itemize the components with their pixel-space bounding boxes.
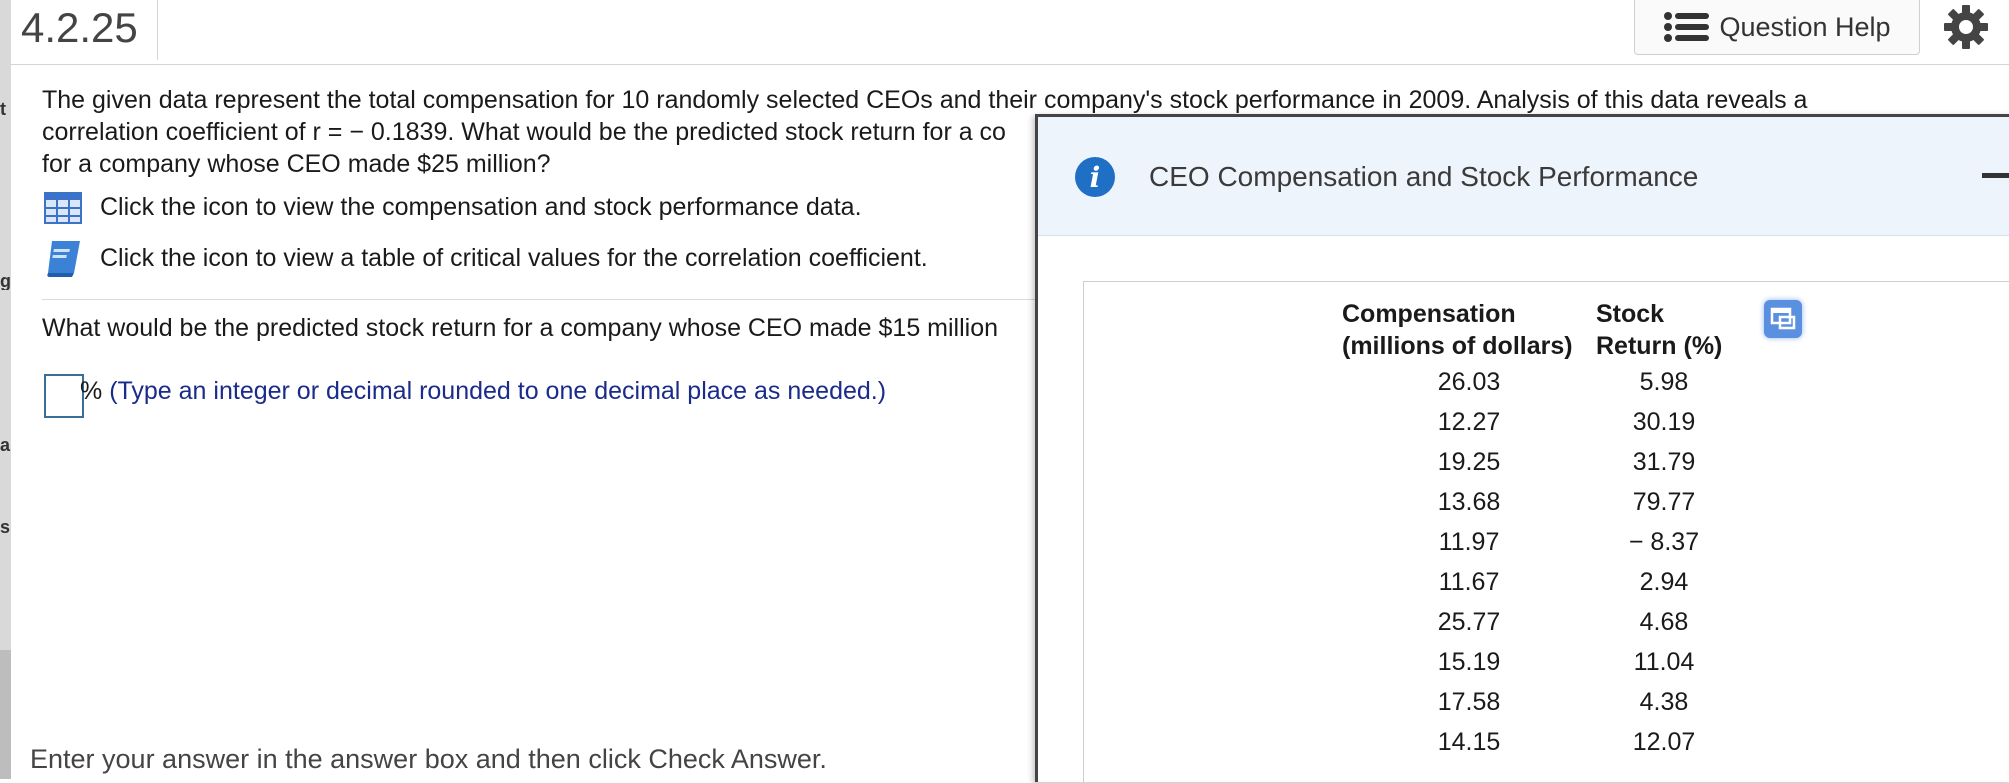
compensation-cell: 17.58 [1437,687,1501,716]
data-link-text: Click the icon to view the compensation … [100,192,862,221]
gutter-glyph: a [0,436,11,454]
table-row: 19.25 31.79 [1342,442,1732,482]
compensation-cell: 25.77 [1437,607,1501,636]
gutter-glyph: g [0,272,11,290]
table-row: 17.58 4.38 [1342,682,1732,722]
popup-title: CEO Compensation and Stock Performance [1149,161,1699,192]
table-grid-icon[interactable] [42,186,84,228]
section-divider [42,299,1042,300]
gear-icon[interactable] [1943,4,1989,50]
table-row: 11.67 2.94 [1342,562,1732,602]
data-link-row: Click the icon to view the compensation … [42,186,862,228]
table-header-row: Compensation (millions of dollars) Stock… [1342,298,1732,362]
table-row: 26.03 5.98 [1342,362,1732,402]
info-icon: i [1075,157,1115,197]
compensation-cell: 11.97 [1438,527,1500,556]
stock-return-cell: − 8.37 [1628,527,1700,556]
compensation-cell: 19.25 [1437,447,1501,476]
question-help-button[interactable]: Question Help [1634,0,1920,55]
book-icon[interactable] [42,237,84,279]
table-frame: Compensation (millions of dollars) Stock… [1083,281,2009,783]
compensation-cell: 11.67 [1438,567,1500,596]
stock-return-cell: 2.94 [1639,567,1689,596]
table-row: 25.77 4.68 [1342,602,1732,642]
critical-values-link-text: Click the icon to view a table of critic… [100,243,928,272]
popup-header: i CEO Compensation and Stock Performance [1038,117,2009,236]
table-row: 15.19 11.04 [1342,642,1732,682]
footer-instruction: Enter your answer in the answer box and … [30,744,827,774]
column-header-line: Compensation [1342,300,1516,328]
column-header-line: Stock [1596,300,1665,328]
compensation-cell: 12.27 [1437,407,1501,436]
compensation-cell: 13.68 [1437,487,1501,516]
stock-return-cell: 79.77 [1632,487,1696,516]
left-gutter-lower [0,650,11,779]
compensation-cell: 14.15 [1437,727,1501,756]
stock-return-cell: 12.07 [1632,727,1696,756]
question-number: 4.2.25 [21,4,138,51]
table-row: 11.97 − 8.37 [1342,522,1732,562]
column-header-line: (millions of dollars) [1342,332,1573,360]
sub-question: What would be the predicted stock return… [42,314,999,342]
compensation-cell: 26.03 [1437,367,1501,396]
percent-sign: % [80,377,103,405]
stock-return-cell: 31.79 [1632,447,1696,476]
stock-return-cell: 4.68 [1639,607,1689,636]
data-popup: i CEO Compensation and Stock Performance… [1035,114,2009,783]
column-header-line: Return (%) [1596,332,1723,360]
copy-icon[interactable] [1764,300,1802,338]
gutter-glyph: s [0,518,11,536]
answer-input[interactable] [44,374,84,418]
minimize-icon[interactable] [1982,173,2009,178]
stock-return-cell: 11.04 [1633,647,1695,676]
critical-values-row: Click the icon to view a table of critic… [42,237,928,279]
column-header: Stock Return (%) [1596,298,1732,362]
stock-return-cell: 4.38 [1639,687,1689,716]
question-line: The given data represent the total compe… [42,86,1808,114]
answer-suffix: % (Type an integer or decimal rounded to… [80,377,886,406]
table-row: 13.68 79.77 [1342,482,1732,522]
compensation-cell: 15.19 [1437,647,1501,676]
stock-return-cell: 5.98 [1639,367,1689,396]
table-row: 14.15 12.07 [1342,722,1732,762]
question-help-label: Question Help [1719,11,1891,42]
question-header: 4.2.25 Question Help [11,0,2009,65]
stock-return-cell: 30.19 [1632,407,1696,436]
answer-hint: (Type an integer or decimal rounded to o… [109,377,887,405]
list-icon [1664,12,1710,42]
data-table: Compensation (millions of dollars) Stock… [1342,298,1732,762]
table-row: 12.27 30.19 [1342,402,1732,442]
header-divider [157,0,158,60]
column-header: Compensation (millions of dollars) [1342,298,1596,362]
gutter-glyph: t [0,100,6,118]
